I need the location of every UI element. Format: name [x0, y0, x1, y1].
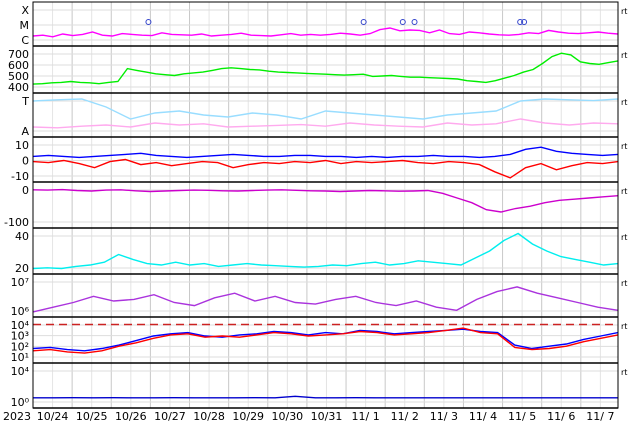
series-line: [32, 146, 619, 159]
x-tick-label: 11/ 3: [430, 410, 458, 423]
y-tick-label: 10⁶: [11, 305, 30, 318]
x-tick-label: 11/ 2: [391, 410, 419, 423]
x-axis: 2023 10/24 10/25 10/26 10/27 10/28 10/29 10/30…: [3, 410, 614, 423]
right-edge-label: rt: [621, 187, 627, 196]
space-weather-chart: XMCrt700600500400rtTArt100-10rt0-100rt40…: [3, 1, 627, 423]
x-tick-label: 11/ 7: [586, 410, 614, 423]
series-line: [32, 286, 619, 313]
series-line: [32, 98, 619, 120]
x-tick-label: 11/ 5: [508, 410, 536, 423]
series-line: [32, 328, 619, 352]
right-edge-label: rt: [621, 7, 627, 16]
y-tick-label: 20: [15, 262, 29, 275]
y-tick-label: -100: [4, 216, 29, 229]
series-line: [32, 158, 619, 179]
y-tick-label: 10⁴: [11, 365, 30, 378]
series-line: [32, 232, 619, 270]
y-tick-label: 10⁷: [11, 276, 29, 289]
x-tick-label: 10/30: [271, 410, 303, 423]
series-line: [32, 27, 619, 38]
y-tick-label: 40: [15, 230, 29, 243]
x-tick-label: 10/26: [115, 410, 147, 423]
y-tick-label: T: [21, 95, 29, 108]
series-line: [32, 188, 619, 213]
series-line: [32, 327, 619, 354]
y-tick-label: C: [21, 34, 29, 47]
series-line: [32, 118, 619, 129]
y-tick-label: 10¹: [11, 351, 29, 364]
right-edge-label: rt: [621, 142, 627, 151]
x-tick-label: 11/ 1: [352, 410, 380, 423]
x-tick-label: 11/ 6: [547, 410, 575, 423]
panel-frames: [32, 1, 619, 409]
event-marker: [411, 19, 418, 25]
x-tick-label: 10/29: [232, 410, 264, 423]
y-tick-label: M: [20, 19, 30, 32]
right-edge-label: rt: [621, 322, 627, 331]
y-tick-label: 10: [15, 139, 29, 152]
y-tick-label: 400: [8, 81, 29, 94]
outer-frame: [32, 1, 619, 409]
right-edge-label: rt: [621, 368, 627, 377]
y-tick-label: 0: [22, 155, 29, 168]
y-tick-label: -10: [11, 170, 29, 183]
y-tick-label: A: [21, 125, 29, 138]
series-line: [33, 395, 618, 399]
x-axis-year-label: 2023: [3, 410, 31, 423]
series-line: [32, 52, 619, 85]
y-tick-label: X: [21, 4, 29, 17]
x-tick-label: 10/25: [76, 410, 108, 423]
y-tick-label: 0: [22, 184, 29, 197]
right-edge-label: rt: [621, 51, 627, 60]
right-edge-label: rt: [621, 233, 627, 242]
right-edge-label: rt: [621, 279, 627, 288]
x-tick-label: 10/28: [193, 410, 225, 423]
x-tick-label: 11/ 4: [469, 410, 497, 423]
y-tick-label: 10⁰: [11, 396, 30, 409]
grid-layer: [32, 2, 618, 408]
x-tick-label: 10/31: [311, 410, 343, 423]
x-tick-label: 10/24: [37, 410, 69, 423]
right-edge-label: rt: [621, 98, 627, 107]
x-tick-label: 10/27: [154, 410, 186, 423]
